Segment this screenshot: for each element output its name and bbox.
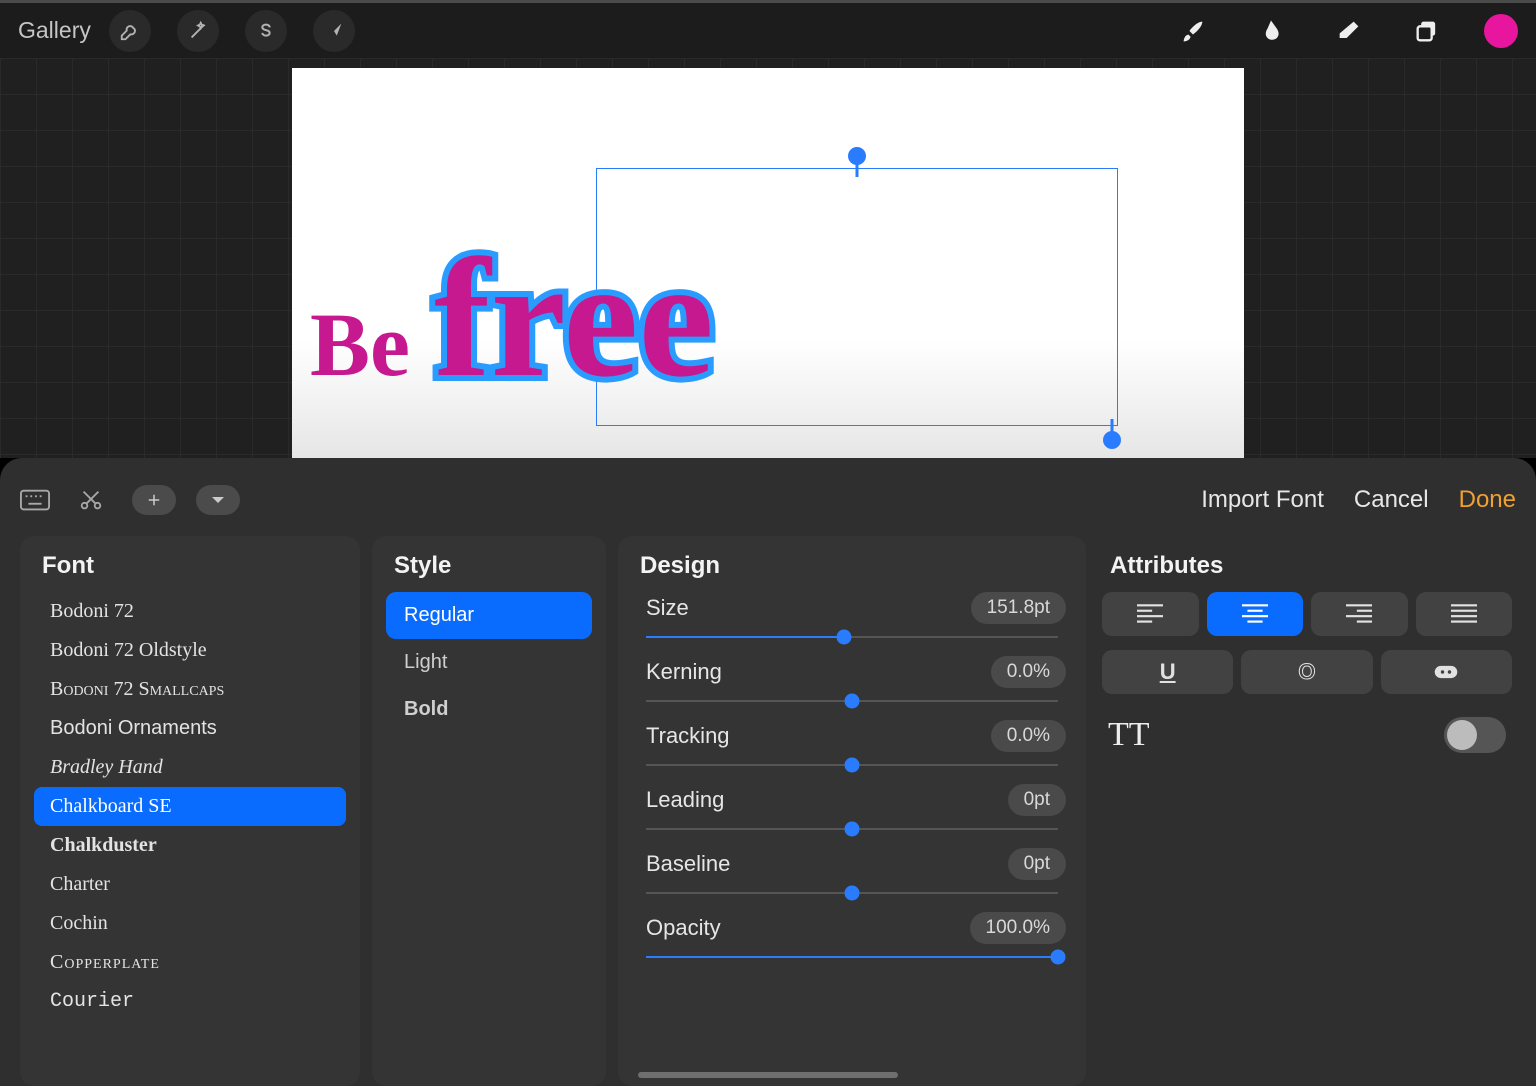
style-item-bold[interactable]: Bold [386, 686, 592, 733]
align-left-button[interactable] [1102, 592, 1199, 636]
import-font-button[interactable]: Import Font [1201, 486, 1324, 514]
font-item-bodoni-72-oldstyle[interactable]: Bodoni 72 Oldstyle [34, 631, 346, 670]
gallery-button[interactable]: Gallery [18, 17, 91, 44]
underline-button[interactable]: U [1102, 650, 1233, 694]
dropdown-button[interactable] [196, 485, 240, 515]
font-column: Font Bodoni 72 Bodoni 72 Oldstyle Bodoni… [20, 536, 360, 1086]
size-label: Size [646, 595, 689, 621]
font-column-title: Font [34, 552, 346, 580]
tracking-slider[interactable] [646, 764, 1058, 766]
font-item-courier[interactable]: Courier [34, 982, 346, 1021]
font-item-copperplate[interactable]: Copperplate [34, 943, 346, 982]
baseline-label: Baseline [646, 851, 730, 877]
size-value[interactable]: 151.8pt [971, 592, 1066, 624]
color-picker-dot[interactable] [1484, 14, 1518, 48]
resize-handle-bottom[interactable] [1103, 431, 1121, 449]
design-row-kerning: Kerning 0.0% [632, 656, 1072, 702]
baseline-value[interactable]: 0pt [1008, 848, 1066, 880]
eraser-icon[interactable] [1328, 10, 1370, 52]
align-center-button[interactable] [1207, 592, 1304, 636]
app-toolbar: Gallery [0, 0, 1536, 58]
strikethrough-button[interactable] [1381, 650, 1512, 694]
tracking-label: Tracking [646, 723, 730, 749]
home-indicator [638, 1072, 898, 1078]
design-row-tracking: Tracking 0.0% [632, 720, 1072, 766]
font-item-charter[interactable]: Charter [34, 865, 346, 904]
size-slider[interactable] [646, 636, 1058, 638]
design-row-opacity: Opacity 100.0% [632, 912, 1072, 958]
font-item-bodoni-72-smallcaps[interactable]: Bodoni 72 Smallcaps [34, 670, 346, 709]
design-column: Design Size 151.8pt Kerning 0.0% [618, 536, 1086, 1086]
style-column-title: Style [386, 552, 592, 580]
done-button[interactable]: Done [1459, 486, 1516, 514]
font-item-chalkduster[interactable]: Chalkduster [34, 826, 346, 865]
font-item-bodoni-72[interactable]: Bodoni 72 [34, 592, 346, 631]
scissors-icon[interactable] [76, 483, 106, 517]
wrench-icon[interactable] [109, 10, 151, 52]
design-column-title: Design [632, 552, 1072, 580]
style-column: Style Regular Light Bold [372, 536, 606, 1086]
leading-slider[interactable] [646, 828, 1058, 830]
font-item-cochin[interactable]: Cochin [34, 904, 346, 943]
rotation-handle-icon[interactable] [848, 147, 866, 165]
caps-toggle[interactable] [1444, 717, 1506, 753]
style-item-light[interactable]: Light [386, 639, 592, 686]
attributes-column: Attributes U O [1098, 536, 1516, 1086]
opacity-value[interactable]: 100.0% [970, 912, 1066, 944]
design-row-size: Size 151.8pt [632, 592, 1072, 638]
add-text-button[interactable] [132, 485, 176, 515]
font-item-chalkboard-se[interactable]: Chalkboard SE [34, 787, 346, 826]
kerning-label: Kerning [646, 659, 722, 685]
canvas[interactable]: Be free [292, 68, 1244, 458]
design-row-baseline: Baseline 0pt [632, 848, 1072, 894]
design-row-leading: Leading 0pt [632, 784, 1072, 830]
keyboard-icon[interactable] [20, 483, 50, 517]
tracking-value[interactable]: 0.0% [991, 720, 1066, 752]
brush-icon[interactable] [1172, 10, 1214, 52]
text-word-be: Be [310, 296, 410, 395]
opacity-label: Opacity [646, 915, 721, 941]
text-style-row: U O [1102, 650, 1512, 694]
leading-label: Leading [646, 787, 724, 813]
font-item-bodoni-ornaments[interactable]: Bodoni Ornaments [34, 709, 346, 748]
outline-button[interactable]: O [1241, 650, 1372, 694]
opacity-slider[interactable] [646, 956, 1058, 958]
layers-icon[interactable] [1406, 10, 1448, 52]
font-item-bradley-hand[interactable]: Bradley Hand [34, 748, 346, 787]
caps-tt-icon: TT [1108, 716, 1150, 754]
canvas-text[interactable]: Be free [310, 221, 714, 416]
align-justify-button[interactable] [1416, 592, 1513, 636]
text-panel-toolbar: Import Font Cancel Done [20, 472, 1516, 528]
cursor-arrow-icon[interactable] [313, 10, 355, 52]
leading-value[interactable]: 0pt [1008, 784, 1066, 816]
caps-row: TT [1102, 708, 1512, 762]
canvas-area: Be free [0, 58, 1536, 458]
attributes-column-title: Attributes [1102, 552, 1512, 580]
align-right-button[interactable] [1311, 592, 1408, 636]
alignment-row [1102, 592, 1512, 636]
text-word-free: free [434, 224, 714, 412]
baseline-slider[interactable] [646, 892, 1058, 894]
kerning-value[interactable]: 0.0% [991, 656, 1066, 688]
magic-wand-icon[interactable] [177, 10, 219, 52]
selection-s-icon[interactable] [245, 10, 287, 52]
style-item-regular[interactable]: Regular [386, 592, 592, 639]
cancel-button[interactable]: Cancel [1354, 486, 1429, 514]
kerning-slider[interactable] [646, 700, 1058, 702]
text-edit-panel: Import Font Cancel Done Font Bodoni 72 B… [0, 458, 1536, 1086]
smudge-icon[interactable] [1250, 10, 1292, 52]
